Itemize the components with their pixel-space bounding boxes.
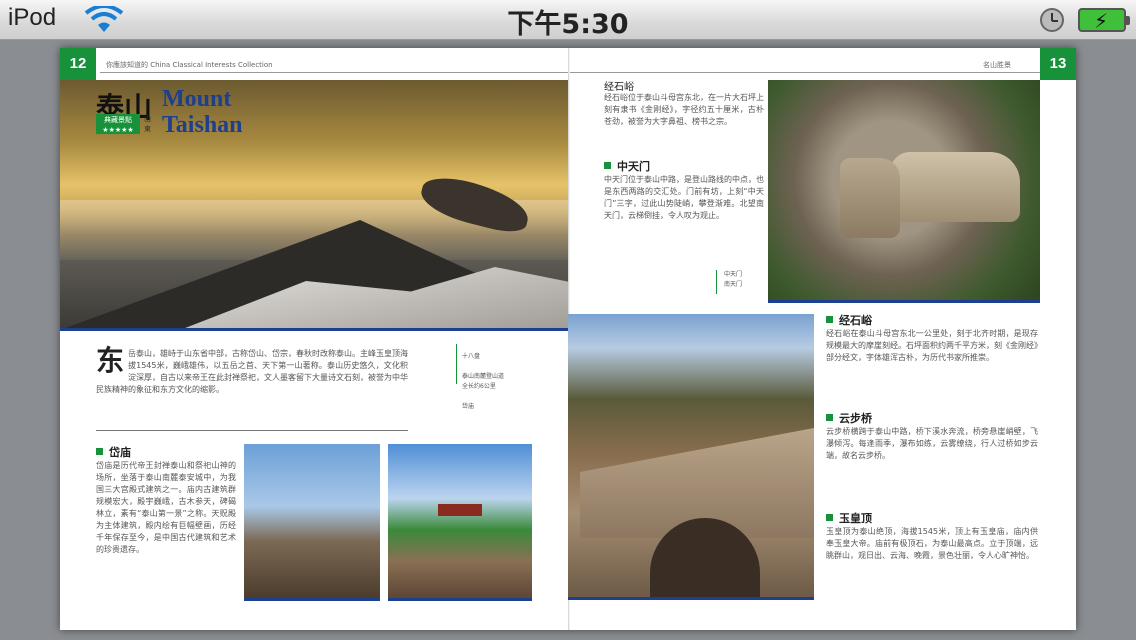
header-rule-left: [100, 72, 568, 73]
wifi-icon: [84, 6, 124, 32]
intro-text: 岳泰山，雄峙于山东省中部，古称岱山、岱宗，春秋时改称泰山。主峰玉皇顶海拔1545…: [96, 349, 409, 394]
legend-line-left: [456, 344, 457, 384]
intro-dropcap: 东: [96, 344, 125, 377]
photo-daimiao-temple: [388, 444, 532, 600]
section-marker-icon: [826, 316, 833, 323]
status-time: 下午5:30: [507, 9, 629, 40]
section-heading-daimiao: 岱庙: [96, 444, 131, 460]
photo-bar: [568, 597, 814, 600]
carrier-label: iPod: [8, 4, 57, 31]
status-bar: iPod 下午5:30 ⚡: [0, 0, 1136, 40]
inscription-rock: [840, 158, 900, 238]
running-head-left: 你應該知道的 China Classical Interests Collect…: [106, 61, 273, 69]
section-text-yunbuqiao: 云步桥横跨于泰山中路，桥下溪水奔流，桥旁悬崖峭壁，飞瀑倾泻。每逢雨季，瀑布如练，…: [826, 427, 1038, 460]
section-marker-icon: [826, 414, 833, 421]
hero-photo-bar: [60, 328, 568, 331]
section-text-daimiao: 岱庙是历代帝王封禅泰山和祭祀山神的场所，坐落于泰山南麓泰安城中，为我国三大宫殿式…: [96, 461, 236, 554]
section-heading-zhongtianmen: 中天门: [604, 158, 650, 174]
running-head-right: 名山胜景: [983, 61, 1011, 69]
inscription-rock: [890, 152, 1020, 222]
page-number-right: 13: [1040, 48, 1076, 80]
title-en-line1: Mount: [162, 86, 232, 112]
section-text-jingshiyu: 经石峪在泰山斗母宫东北一公里处，刻于北齐时期，是现存规模最大的摩崖刻经。石坪面积…: [826, 329, 1038, 362]
page-number-left: 12: [60, 48, 96, 80]
section-marker-icon: [604, 162, 611, 169]
intro-divider: [96, 430, 408, 431]
legend-right: 中天门 南天门: [724, 270, 742, 290]
section-text-top: 经石峪位于泰山斗母宫东北，在一片大石坪上刻有隶书《金刚经》，字径约五十厘米，古朴…: [604, 93, 764, 126]
header-rule-right: [570, 72, 1040, 73]
legend-item: 中天门: [724, 271, 743, 278]
battery-charging-icon: ⚡: [1078, 8, 1130, 33]
section-heading-yunbuqiao: 云步桥: [826, 410, 872, 426]
section-heading-yuhuangding: 玉皇顶: [826, 510, 872, 526]
legend-item: 南天门: [724, 281, 743, 288]
photo-bar: [244, 598, 380, 601]
photo-daimiao-peak: [244, 444, 380, 600]
photo-bar: [388, 598, 532, 601]
section-heading-jingshiyu: 经石峪: [826, 312, 872, 328]
photo-bar: [768, 300, 1040, 303]
intro-paragraph: 东 岳泰山，雄峙于山东省中部，古称岱山、岱宗，春秋时改称泰山。主峰玉皇顶海拔15…: [96, 344, 409, 428]
province-label: 山東: [144, 115, 151, 133]
legend-left: 十八盘 泰山南麓登山道 全长约6公里 岱庙: [462, 342, 532, 422]
legend-line-right: [716, 270, 717, 294]
magazine-spread[interactable]: 12 你應該知道的 China Classical Interests Coll…: [60, 48, 1076, 630]
alarm-icon: [1040, 8, 1064, 32]
section-heading-top: 经石峪: [604, 82, 634, 93]
legend-item: 十八盘: [462, 353, 481, 360]
section-marker-icon: [96, 448, 103, 455]
legend-item: 岱庙: [462, 403, 475, 410]
section-marker-icon: [826, 514, 833, 521]
legend-item: 泰山南麓登山道 全长约6公里: [462, 373, 505, 390]
section-text-yuhuangding: 玉皇顶为泰山绝顶，海拔1545米，顶上有玉皇庙，庙内供奉玉皇大帝。庙前有极顶石，…: [826, 527, 1038, 560]
section-text-zhongtianmen: 中天门位于泰山中路，是登山路线的中点，也是东西两路的交汇处。门前有坊，上刻“中天…: [604, 175, 764, 220]
title-en-line2: Taishan: [162, 112, 243, 138]
page-title-en: Mount Taishan: [162, 86, 243, 138]
rating-badge: 典藏景點 ★★★★★: [96, 114, 140, 134]
